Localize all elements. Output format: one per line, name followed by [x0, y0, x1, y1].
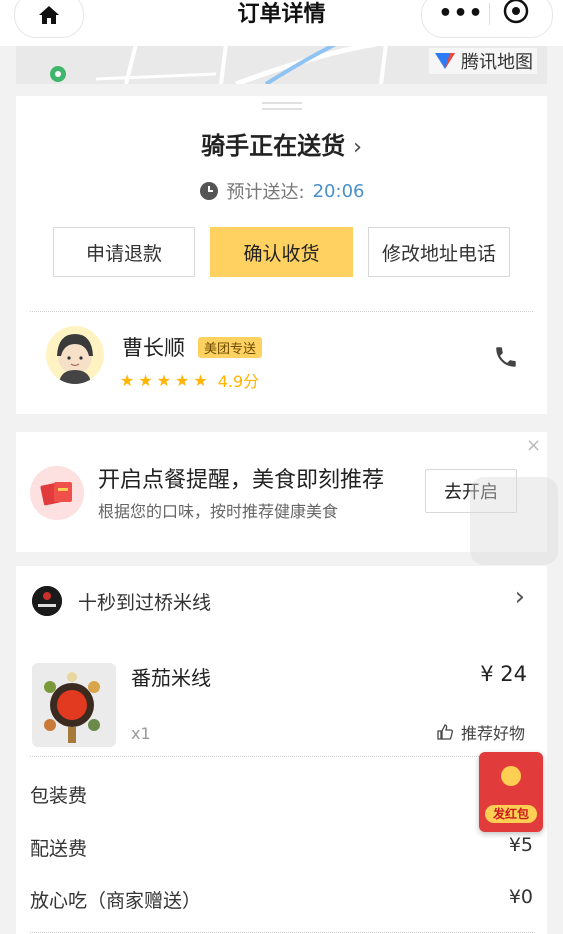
map-logo-icon: [435, 53, 455, 69]
delivery-status-card: 骑手正在送货 › 预计送达: 20:06 申请退款 确认收货 修改地址电话 曹长顺…: [16, 96, 547, 414]
shop-logo-icon: [32, 586, 62, 616]
star-icon: ★: [138, 370, 153, 390]
fee-value: ¥5: [508, 834, 533, 856]
eta-time: 20:06: [312, 180, 365, 202]
recommend-item-button[interactable]: 推荐好物: [435, 720, 525, 744]
recommend-item-label: 推荐好物: [460, 724, 525, 743]
envelope-graphic: [40, 482, 72, 506]
close-reminder-icon[interactable]: ×: [526, 435, 541, 456]
order-details-card: 十秒到过桥米线 › 番茄米线 ¥ 24 x1 推荐好物 包装费 配送费 ¥5 放…: [16, 566, 547, 934]
fee-label: 包装费: [30, 785, 88, 807]
chevron-right-icon: ›: [353, 135, 362, 160]
delivery-status[interactable]: 骑手正在送货 ›: [16, 126, 547, 161]
star-icon: ★: [156, 370, 172, 390]
rider-rating: ★ ★ ★ ★ ★ 4.9分: [120, 368, 259, 392]
reminder-subtitle: 根据您的口味，按时推荐健康美食: [98, 502, 339, 521]
drag-handle[interactable]: [262, 102, 302, 104]
map-logo-text: 腾讯地图: [461, 52, 533, 73]
rider-avatar[interactable]: [46, 326, 104, 384]
fee-label: 配送费: [30, 838, 88, 860]
phone-icon[interactable]: [493, 344, 519, 370]
confirm-receipt-button[interactable]: 确认收货: [210, 227, 353, 277]
packaging-fee-row: 包装费: [30, 781, 533, 808]
divider: [30, 311, 533, 312]
estimated-delivery: 预计送达: 20:06: [16, 178, 547, 204]
item-name: 番茄米线: [131, 666, 211, 690]
rider-info: 曹长顺 美团专送 ★ ★ ★ ★ ★ 4.9分: [16, 324, 547, 404]
send-red-packet-button[interactable]: 发红包: [479, 752, 543, 832]
close-miniprogram-icon[interactable]: [502, 0, 530, 25]
eta-label: 预计送达:: [226, 182, 305, 203]
star-icon: ★: [193, 370, 208, 390]
divider: [30, 932, 533, 933]
thumbs-up-icon: [437, 724, 454, 740]
safe-eat-row: 放心吃（商家赠送） ¥0: [30, 886, 533, 913]
top-navigation-bar: 订单详情 •••: [0, 0, 563, 46]
star-icon: ★: [120, 370, 135, 390]
red-packet-label: 发红包: [485, 805, 537, 823]
item-price: ¥ 24: [480, 662, 527, 686]
food-image[interactable]: [32, 663, 116, 747]
map-view[interactable]: 腾讯地图: [16, 44, 547, 84]
item-quantity: x1: [131, 724, 151, 743]
chevron-right-icon[interactable]: ›: [515, 582, 525, 612]
drag-handle-line: [262, 108, 302, 110]
star-icon: ★: [175, 370, 190, 390]
clock-icon: [199, 182, 218, 200]
mini-program-capsule: •••: [421, 0, 553, 38]
food-photo-graphic: [32, 663, 116, 747]
shop-logo: [32, 586, 62, 616]
rider-name: 曹长顺: [122, 336, 185, 360]
coin-icon: [501, 766, 521, 786]
tencent-map-logo: 腾讯地图: [429, 48, 537, 74]
floating-assistive-button[interactable]: [470, 477, 558, 565]
meal-reminder-card: 开启点餐提醒，美食即刻推荐 根据您的口味，按时推荐健康美食 去开启 ×: [16, 432, 547, 552]
delivery-fee-row: 配送费 ¥5: [30, 834, 533, 861]
rider-rating-text: 4.9分: [217, 372, 260, 391]
more-menu-button[interactable]: •••: [436, 1, 486, 26]
fee-value: ¥0: [508, 886, 533, 908]
reminder-title: 开启点餐提醒，美食即刻推荐: [98, 468, 385, 493]
request-refund-button[interactable]: 申请退款: [53, 227, 195, 277]
fee-label: 放心吃（商家赠送）: [30, 890, 202, 912]
divider: [30, 756, 533, 757]
capsule-divider: [489, 3, 490, 25]
rider-badge: 美团专送: [198, 337, 263, 358]
delivery-status-text: 骑手正在送货: [201, 132, 346, 160]
edit-address-phone-button[interactable]: 修改地址电话: [368, 227, 510, 277]
red-envelope-icon: [30, 466, 84, 520]
shop-name[interactable]: 十秒到过桥米线: [78, 588, 211, 615]
rider-avatar-icon: [57, 334, 93, 384]
